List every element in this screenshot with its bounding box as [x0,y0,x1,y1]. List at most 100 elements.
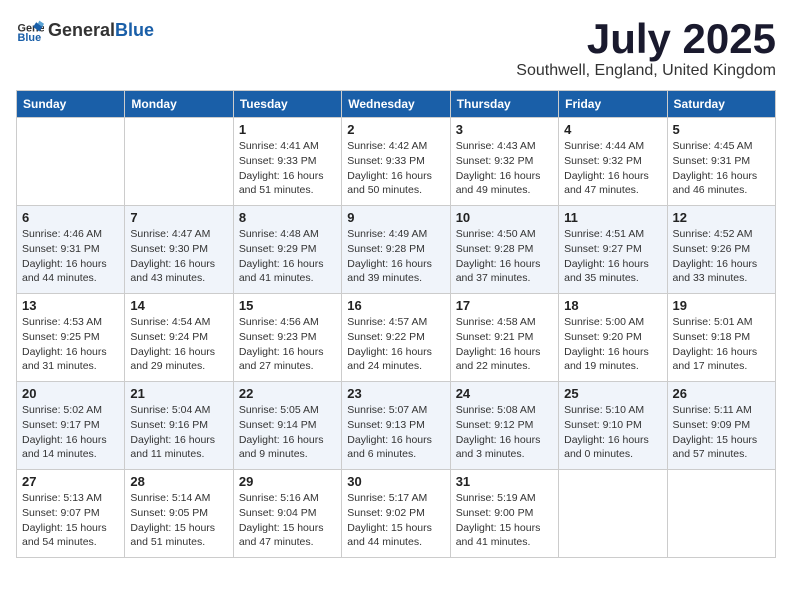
day-info: Sunrise: 5:11 AM Sunset: 9:09 PM Dayligh… [673,403,770,462]
daylight-text: Daylight: 16 hours and 6 minutes. [347,434,432,461]
day-number: 3 [456,122,553,137]
day-number: 12 [673,210,770,225]
weekday-header-row: SundayMondayTuesdayWednesdayThursdayFrid… [17,91,776,118]
daylight-text: Daylight: 16 hours and 9 minutes. [239,434,324,461]
sunrise-text: Sunrise: 5:10 AM [564,404,644,416]
sunset-text: Sunset: 9:14 PM [239,419,317,431]
daylight-text: Daylight: 16 hours and 29 minutes. [130,346,215,373]
day-info: Sunrise: 4:47 AM Sunset: 9:30 PM Dayligh… [130,227,227,286]
sunrise-text: Sunrise: 5:14 AM [130,492,210,504]
day-info: Sunrise: 4:43 AM Sunset: 9:32 PM Dayligh… [456,139,553,198]
calendar-cell: 2 Sunrise: 4:42 AM Sunset: 9:33 PM Dayli… [342,118,450,206]
sunrise-text: Sunrise: 4:44 AM [564,140,644,152]
day-info: Sunrise: 5:17 AM Sunset: 9:02 PM Dayligh… [347,491,444,550]
day-number: 2 [347,122,444,137]
day-info: Sunrise: 5:01 AM Sunset: 9:18 PM Dayligh… [673,315,770,374]
daylight-text: Daylight: 16 hours and 11 minutes. [130,434,215,461]
daylight-text: Daylight: 16 hours and 22 minutes. [456,346,541,373]
day-info: Sunrise: 5:14 AM Sunset: 9:05 PM Dayligh… [130,491,227,550]
daylight-text: Daylight: 16 hours and 35 minutes. [564,258,649,285]
calendar-week-row: 20 Sunrise: 5:02 AM Sunset: 9:17 PM Dayl… [17,382,776,470]
calendar-cell: 28 Sunrise: 5:14 AM Sunset: 9:05 PM Dayl… [125,470,233,558]
calendar-cell: 1 Sunrise: 4:41 AM Sunset: 9:33 PM Dayli… [233,118,341,206]
sunrise-text: Sunrise: 4:53 AM [22,316,102,328]
day-number: 22 [239,386,336,401]
title-area: July 2025 Southwell, England, United Kin… [516,16,776,80]
calendar-cell: 10 Sunrise: 4:50 AM Sunset: 9:28 PM Dayl… [450,206,558,294]
sunrise-text: Sunrise: 4:52 AM [673,228,753,240]
sunrise-text: Sunrise: 5:11 AM [673,404,752,416]
sunset-text: Sunset: 9:33 PM [239,155,317,167]
day-number: 18 [564,298,661,313]
daylight-text: Daylight: 16 hours and 37 minutes. [456,258,541,285]
calendar-cell: 14 Sunrise: 4:54 AM Sunset: 9:24 PM Dayl… [125,294,233,382]
calendar-cell: 17 Sunrise: 4:58 AM Sunset: 9:21 PM Dayl… [450,294,558,382]
calendar-cell: 13 Sunrise: 4:53 AM Sunset: 9:25 PM Dayl… [17,294,125,382]
day-info: Sunrise: 4:56 AM Sunset: 9:23 PM Dayligh… [239,315,336,374]
sunset-text: Sunset: 9:32 PM [456,155,534,167]
day-number: 9 [347,210,444,225]
sunset-text: Sunset: 9:10 PM [564,419,642,431]
sunset-text: Sunset: 9:23 PM [239,331,317,343]
day-info: Sunrise: 4:53 AM Sunset: 9:25 PM Dayligh… [22,315,119,374]
day-info: Sunrise: 5:16 AM Sunset: 9:04 PM Dayligh… [239,491,336,550]
sunset-text: Sunset: 9:18 PM [673,331,751,343]
day-number: 10 [456,210,553,225]
logo-text-general: General [48,20,115,40]
sunset-text: Sunset: 9:32 PM [564,155,642,167]
day-info: Sunrise: 4:50 AM Sunset: 9:28 PM Dayligh… [456,227,553,286]
sunrise-text: Sunrise: 4:50 AM [456,228,536,240]
sunset-text: Sunset: 9:22 PM [347,331,425,343]
calendar-cell [125,118,233,206]
day-info: Sunrise: 5:19 AM Sunset: 9:00 PM Dayligh… [456,491,553,550]
sunrise-text: Sunrise: 4:48 AM [239,228,319,240]
sunset-text: Sunset: 9:30 PM [130,243,208,255]
daylight-text: Daylight: 15 hours and 44 minutes. [347,522,432,549]
day-number: 27 [22,474,119,489]
sunrise-text: Sunrise: 5:07 AM [347,404,427,416]
day-number: 20 [22,386,119,401]
calendar-cell: 3 Sunrise: 4:43 AM Sunset: 9:32 PM Dayli… [450,118,558,206]
daylight-text: Daylight: 15 hours and 47 minutes. [239,522,324,549]
calendar-week-row: 1 Sunrise: 4:41 AM Sunset: 9:33 PM Dayli… [17,118,776,206]
sunset-text: Sunset: 9:33 PM [347,155,425,167]
calendar-cell: 30 Sunrise: 5:17 AM Sunset: 9:02 PM Dayl… [342,470,450,558]
calendar-cell: 31 Sunrise: 5:19 AM Sunset: 9:00 PM Dayl… [450,470,558,558]
calendar-cell: 26 Sunrise: 5:11 AM Sunset: 9:09 PM Dayl… [667,382,775,470]
sunrise-text: Sunrise: 4:49 AM [347,228,427,240]
sunrise-text: Sunrise: 4:42 AM [347,140,427,152]
daylight-text: Daylight: 16 hours and 41 minutes. [239,258,324,285]
sunset-text: Sunset: 9:28 PM [456,243,534,255]
location-title: Southwell, England, United Kingdom [516,62,776,80]
calendar-cell: 20 Sunrise: 5:02 AM Sunset: 9:17 PM Dayl… [17,382,125,470]
day-number: 29 [239,474,336,489]
sunrise-text: Sunrise: 5:04 AM [130,404,210,416]
day-number: 8 [239,210,336,225]
sunrise-text: Sunrise: 4:57 AM [347,316,427,328]
daylight-text: Daylight: 16 hours and 33 minutes. [673,258,758,285]
calendar-cell [667,470,775,558]
calendar-cell: 9 Sunrise: 4:49 AM Sunset: 9:28 PM Dayli… [342,206,450,294]
calendar-cell: 6 Sunrise: 4:46 AM Sunset: 9:31 PM Dayli… [17,206,125,294]
sunrise-text: Sunrise: 5:19 AM [456,492,536,504]
daylight-text: Daylight: 16 hours and 39 minutes. [347,258,432,285]
day-number: 31 [456,474,553,489]
daylight-text: Daylight: 16 hours and 51 minutes. [239,170,324,197]
calendar-cell: 22 Sunrise: 5:05 AM Sunset: 9:14 PM Dayl… [233,382,341,470]
daylight-text: Daylight: 15 hours and 51 minutes. [130,522,215,549]
logo: General Blue GeneralBlue [16,16,154,44]
day-info: Sunrise: 5:07 AM Sunset: 9:13 PM Dayligh… [347,403,444,462]
day-info: Sunrise: 5:05 AM Sunset: 9:14 PM Dayligh… [239,403,336,462]
sunrise-text: Sunrise: 5:00 AM [564,316,644,328]
logo-icon: General Blue [16,16,44,44]
sunset-text: Sunset: 9:21 PM [456,331,534,343]
day-number: 13 [22,298,119,313]
calendar-cell: 8 Sunrise: 4:48 AM Sunset: 9:29 PM Dayli… [233,206,341,294]
day-number: 15 [239,298,336,313]
sunset-text: Sunset: 9:07 PM [22,507,100,519]
calendar-cell: 5 Sunrise: 4:45 AM Sunset: 9:31 PM Dayli… [667,118,775,206]
day-number: 30 [347,474,444,489]
sunset-text: Sunset: 9:04 PM [239,507,317,519]
daylight-text: Daylight: 16 hours and 24 minutes. [347,346,432,373]
calendar-cell: 11 Sunrise: 4:51 AM Sunset: 9:27 PM Dayl… [559,206,667,294]
